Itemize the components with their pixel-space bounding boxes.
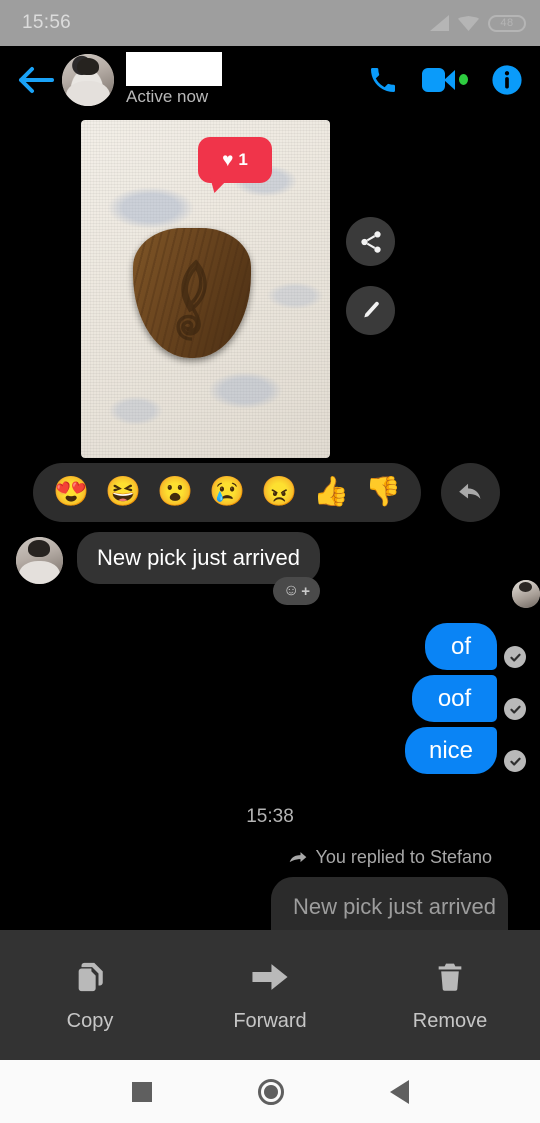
reply-context-label: You replied to Stefano xyxy=(315,847,492,867)
surprised-emoji[interactable]: 😮 xyxy=(157,478,193,507)
share-button[interactable] xyxy=(346,217,395,266)
triangle-back-icon[interactable] xyxy=(389,1079,409,1104)
smiley-icon: ☺ xyxy=(282,582,300,599)
outgoing-message-bubble[interactable]: nice xyxy=(405,727,497,774)
guitar-pick-object xyxy=(133,228,251,358)
reply-arrow-icon xyxy=(458,483,480,499)
outgoing-message-bubble[interactable]: oof xyxy=(412,675,497,722)
pencil-icon xyxy=(363,301,379,317)
signal-icon xyxy=(430,15,449,31)
remove-action[interactable]: Remove xyxy=(360,958,540,1033)
add-reaction-button[interactable]: ☺ + xyxy=(273,577,320,605)
sad-emoji[interactable]: 😢 xyxy=(209,478,245,507)
delivered-check-icon xyxy=(504,750,526,772)
status-bar: 15:56 48 xyxy=(0,0,540,46)
message-action-sheet: Copy Forward Remove xyxy=(0,930,540,1060)
guitar-pick-photo: ♥ 1 xyxy=(81,120,330,458)
video-active-dot-icon xyxy=(458,74,468,85)
wifi-icon xyxy=(458,15,479,31)
delivered-check-icon xyxy=(504,698,526,720)
outgoing-message-row: of xyxy=(425,623,526,670)
heart-eyes-emoji[interactable]: 😍 xyxy=(53,478,89,507)
reaction-count: 1 xyxy=(238,150,248,169)
square-recents-icon[interactable] xyxy=(131,1081,152,1102)
incoming-message-bubble[interactable]: New pick just arrived xyxy=(77,532,320,584)
reaction-picker[interactable]: 😍 😆 😮 😢 😠 👍 👎 xyxy=(33,463,421,522)
avatar[interactable] xyxy=(16,537,63,584)
copy-icon xyxy=(73,958,107,996)
share-icon xyxy=(360,230,381,253)
circle-home-icon[interactable] xyxy=(257,1078,284,1105)
contact-name-redaction xyxy=(126,52,222,86)
header-title-block[interactable]: Active now xyxy=(126,52,222,107)
laughing-emoji[interactable]: 😆 xyxy=(105,478,141,507)
plus-icon: + xyxy=(301,582,311,600)
back-arrow-icon[interactable] xyxy=(16,60,56,100)
delivered-check-icon xyxy=(504,646,526,668)
quoted-message-bubble[interactable]: New pick just arrived xyxy=(271,877,508,937)
status-bar-clock: 15:56 xyxy=(22,12,72,33)
forward-action-label: Forward xyxy=(233,1009,307,1032)
thumbs-up-emoji[interactable]: 👍 xyxy=(313,478,349,507)
thumbs-down-emoji[interactable]: 👎 xyxy=(365,478,401,507)
edit-button[interactable] xyxy=(346,286,395,335)
angry-emoji[interactable]: 😠 xyxy=(261,478,297,507)
info-icon[interactable] xyxy=(490,63,524,97)
battery-icon: 48 xyxy=(488,14,526,32)
message-timestamp: 15:38 xyxy=(246,806,294,827)
reply-context: You replied to Stefano xyxy=(288,847,492,868)
forward-arrow-icon xyxy=(251,958,289,996)
forward-action[interactable]: Forward xyxy=(180,958,360,1033)
battery-level-label: 48 xyxy=(500,17,514,29)
forward-arrow-icon xyxy=(289,851,306,862)
outgoing-message-bubble[interactable]: of xyxy=(425,623,497,670)
remove-action-label: Remove xyxy=(412,1009,488,1032)
seen-by-avatar xyxy=(512,580,540,608)
reply-button[interactable] xyxy=(441,463,500,522)
trash-icon xyxy=(434,958,466,996)
outgoing-message-row: nice xyxy=(405,727,526,774)
treble-clef-icon xyxy=(176,259,207,341)
outgoing-message-row: oof xyxy=(412,675,526,722)
copy-action-label: Copy xyxy=(66,1009,114,1032)
chat-header: Active now xyxy=(0,46,540,113)
header-actions xyxy=(366,63,524,97)
avatar[interactable] xyxy=(62,53,114,106)
incoming-message-row: New pick just arrived xyxy=(16,532,320,584)
presence-status: Active now xyxy=(126,87,209,106)
heart-icon: ♥ xyxy=(222,149,234,171)
photo-message[interactable]: ♥ 1 xyxy=(81,120,330,458)
heart-reaction-badge[interactable]: ♥ 1 xyxy=(198,137,272,183)
phone-icon[interactable] xyxy=(366,63,400,97)
copy-action[interactable]: Copy xyxy=(0,958,180,1033)
video-camera-icon[interactable] xyxy=(422,67,468,93)
android-nav-bar xyxy=(0,1060,540,1123)
